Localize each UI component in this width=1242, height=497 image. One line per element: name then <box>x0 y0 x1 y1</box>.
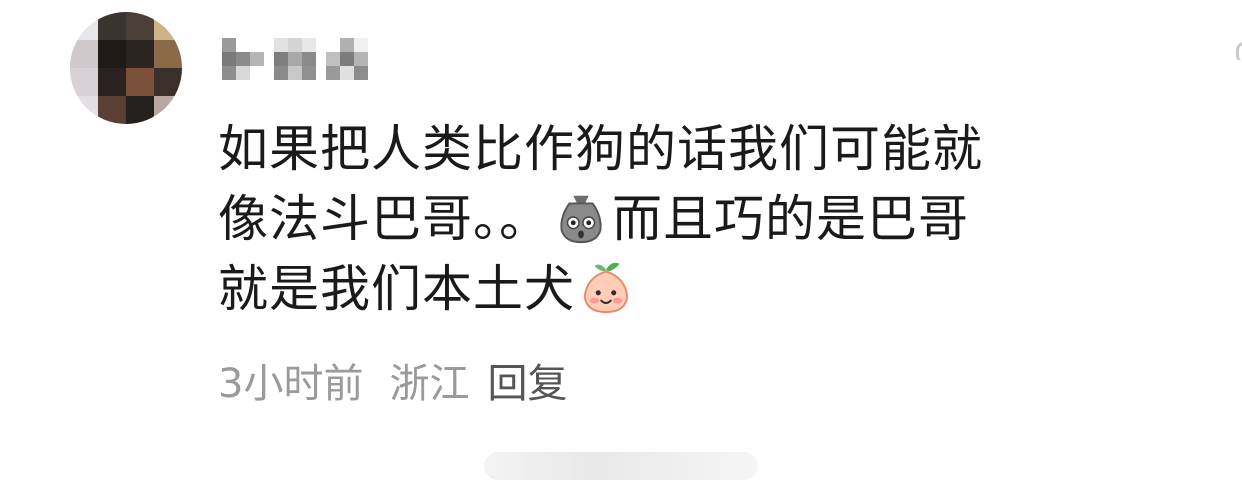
smiling-peach-emoji-icon <box>583 262 629 314</box>
username-block-3 <box>326 38 368 80</box>
comment-line-1: 如果把人类比作狗的话我们可能就 <box>218 120 983 178</box>
username-pixelated[interactable] <box>222 38 392 80</box>
comment-time: 3小时前 <box>218 361 364 407</box>
comment-line-3: 就是我们本土犬 <box>218 254 1178 324</box>
comment-text: 如果把人类比作狗的话我们可能就 像法斗巴哥。。 而且巧的是巴哥 就是我们本土犬 <box>218 114 1178 324</box>
comment-line-2-text: 像法斗巴哥。。 <box>218 190 550 248</box>
comment-line-2: 像法斗巴哥。。 而且巧的是巴哥 <box>218 184 1178 254</box>
like-icon[interactable] <box>1226 40 1242 60</box>
expand-replies-placeholder[interactable] <box>484 452 758 480</box>
avatar[interactable] <box>70 12 182 124</box>
comment-line-2-text-b: 而且巧的是巴哥 <box>612 190 969 248</box>
comment-card: 如果把人类比作狗的话我们可能就 像法斗巴哥。。 而且巧的是巴哥 就是我们本土犬 <box>0 0 1242 497</box>
username-block-1 <box>222 38 264 80</box>
reply-button[interactable]: 回复 <box>487 361 567 407</box>
comment-line-3-text: 就是我们本土犬 <box>218 260 575 318</box>
comment-location: 浙江 <box>389 361 470 407</box>
comment-meta: 3小时前 浙江 回复 <box>218 356 567 412</box>
surprised-bag-emoji-icon <box>560 195 602 244</box>
username-block-2 <box>274 38 316 80</box>
